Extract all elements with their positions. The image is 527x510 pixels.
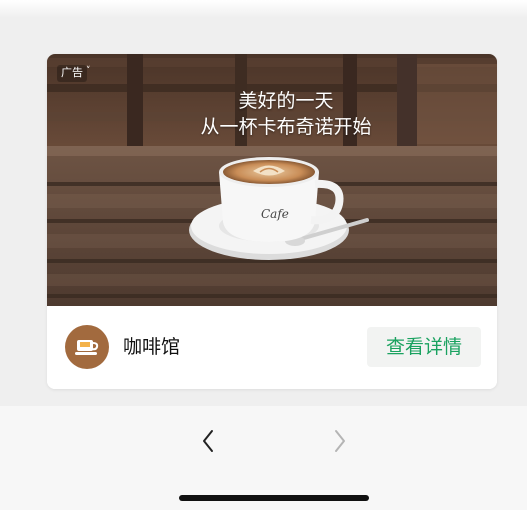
screen: Cafe 广告 ˅ 美好的一天 从一杯卡布奇诺开始 咖啡馆 查看详情	[0, 0, 527, 510]
cup-logo-text: Cafe	[261, 207, 289, 221]
forward-button[interactable]	[325, 424, 355, 458]
ad-image[interactable]: Cafe 广告 ˅ 美好的一天 从一杯卡布奇诺开始	[47, 54, 497, 306]
home-indicator[interactable]	[179, 495, 369, 501]
ad-footer: 咖啡馆 查看详情	[47, 306, 497, 389]
view-details-button[interactable]: 查看详情	[367, 327, 481, 367]
headline-line-2: 从一杯卡布奇诺开始	[200, 116, 372, 138]
ad-headline: 美好的一天 从一杯卡布奇诺开始	[47, 88, 497, 140]
ad-card[interactable]: Cafe 广告 ˅ 美好的一天 从一杯卡布奇诺开始 咖啡馆 查看详情	[47, 54, 497, 389]
brand-avatar[interactable]	[65, 325, 109, 369]
ad-label[interactable]: 广告	[57, 65, 87, 82]
back-button[interactable]	[193, 424, 223, 458]
headline-line-1: 美好的一天	[238, 90, 334, 112]
brand-name: 咖啡馆	[123, 336, 181, 358]
chevron-left-icon	[203, 430, 213, 452]
ad-label-arrow-icon: ˅	[86, 66, 91, 76]
top-fade	[0, 0, 527, 18]
chevron-right-icon	[335, 430, 345, 452]
bottom-nav-bar	[0, 406, 527, 510]
coffee-cup-icon	[75, 340, 99, 355]
